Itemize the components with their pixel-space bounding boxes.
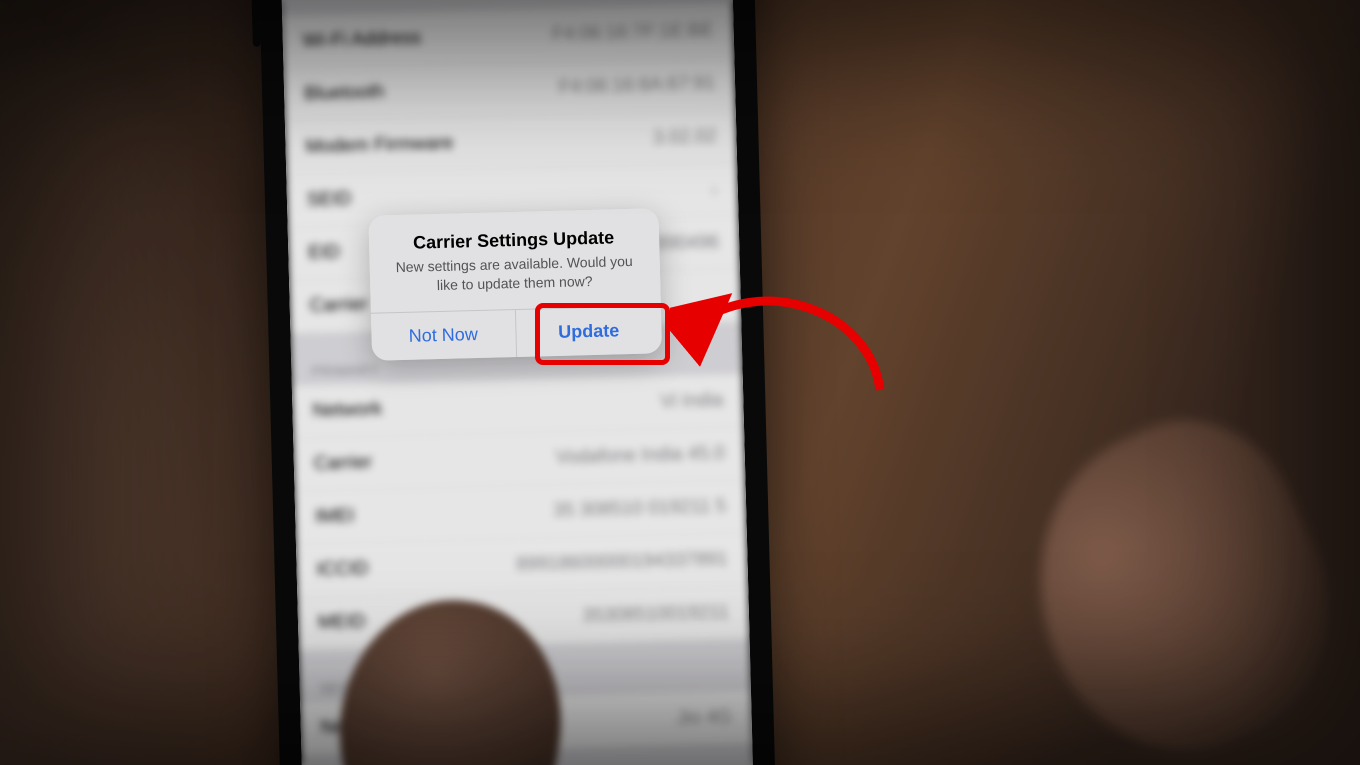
not-now-button[interactable]: Not Now: [370, 310, 516, 361]
row-label: EID: [308, 242, 340, 265]
row-value: 89918600000194337891: [516, 549, 728, 577]
carrier-update-alert: Carrier Settings Update New settings are…: [368, 208, 662, 360]
scene-photo: Wi-Fi Address F4:06:16:7F:1E:BE Bluetooth F…: [0, 0, 1360, 765]
row-value: Jio 4G: [676, 707, 731, 730]
alert-title: Carrier Settings Update: [368, 208, 659, 259]
row-label: Bluetooth: [304, 81, 385, 105]
row-value: 890496: [656, 232, 720, 256]
update-button[interactable]: Update: [515, 306, 662, 357]
row-value: F4:06:16:7F:1E:BE: [552, 20, 714, 46]
row-label: ICCID: [316, 558, 368, 581]
row-value: Vi India: [660, 390, 724, 414]
row-value: 35 308510 019211 5: [553, 496, 726, 523]
row-label: Carrier: [314, 452, 373, 476]
row-value: F4:06:16:8A:67:91: [558, 73, 715, 99]
row-value: 35308510019211: [582, 602, 729, 628]
row-label: Wi-Fi Address: [303, 27, 422, 52]
right-hand: [985, 386, 1360, 765]
alert-buttons: Not Now Update: [370, 305, 661, 361]
row-value: ›: [710, 177, 718, 203]
row-label: Carrier: [309, 294, 368, 318]
alert-message: New settings are available. Would you li…: [369, 251, 660, 312]
row-label: MEID: [318, 611, 366, 634]
row-value: 3.02.02: [653, 126, 717, 150]
row-label: SEID: [307, 188, 352, 211]
row-label: IMEI: [315, 505, 355, 528]
row-label: Modem Firmware: [305, 133, 453, 159]
row-value: Vodafone India 45.0: [555, 443, 725, 469]
row-label: Network: [312, 399, 382, 423]
